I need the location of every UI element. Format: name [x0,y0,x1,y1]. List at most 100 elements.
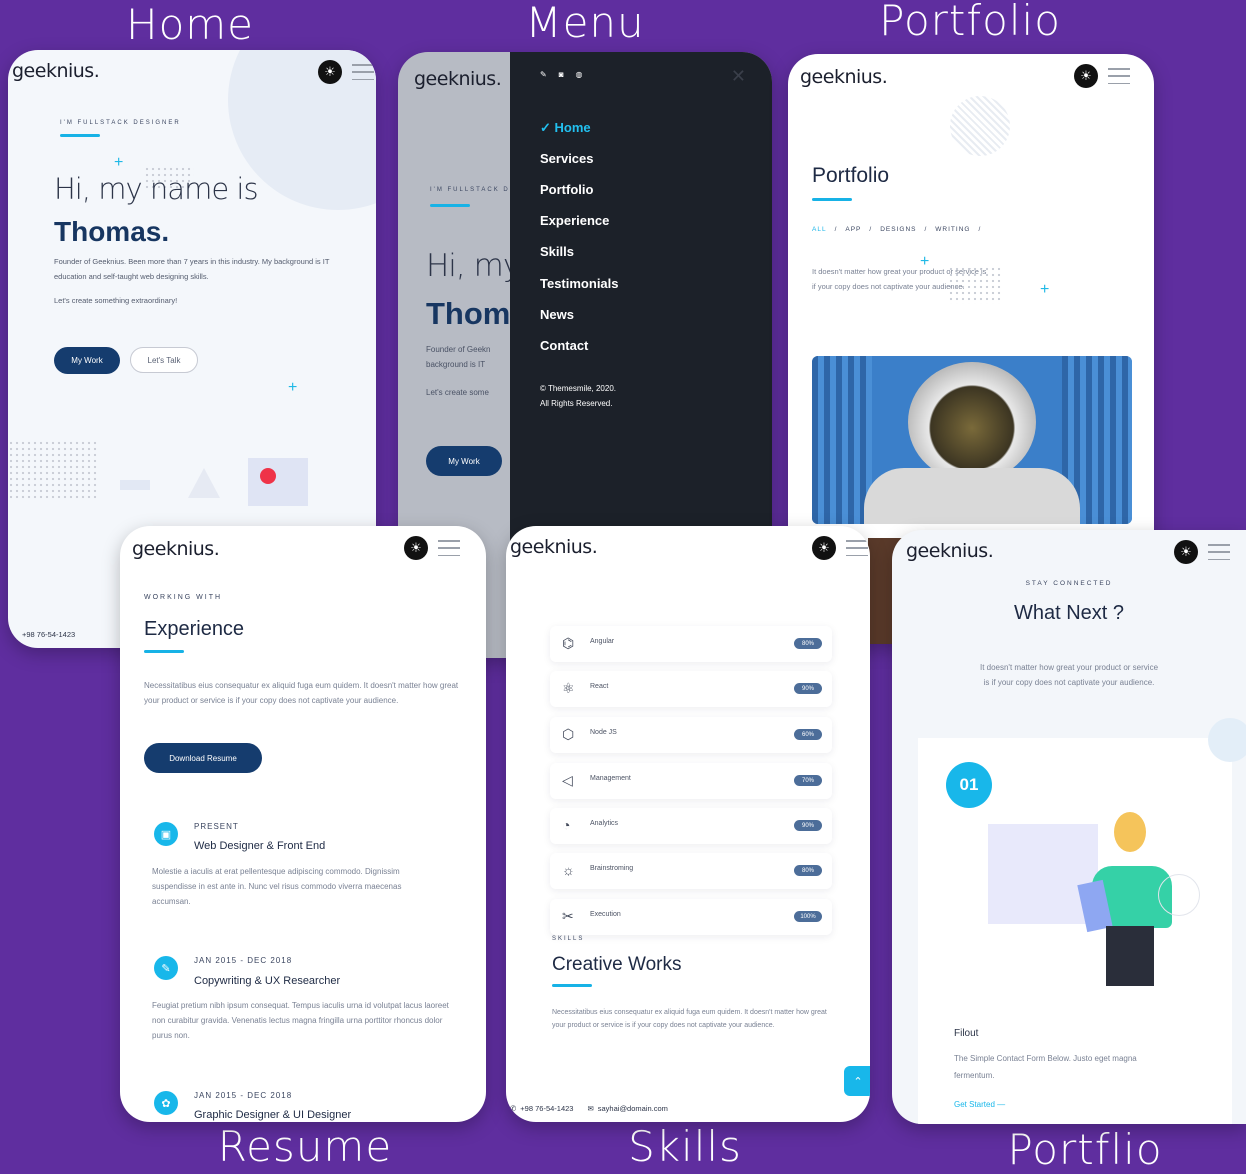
hero-greeting: Hi, my name is [54,172,259,206]
theme-toggle-icon[interactable]: ☀ [1174,540,1198,564]
theme-toggle-icon[interactable]: ☀ [1074,64,1098,88]
section-title: What Next ? [1013,602,1125,624]
theme-toggle-icon[interactable]: ☀ [812,536,836,560]
logo[interactable]: geeknius. [414,68,502,90]
hero-tag-underline [60,134,100,137]
hero-name: Thomas. [54,216,170,247]
hero-bio: Founder of Geekn background is IT [426,345,491,369]
theme-toggle-icon[interactable]: ☀ [404,536,428,560]
hero-cta-text: Let's create some [426,388,489,397]
skill-percent: 70% [794,775,822,786]
logo[interactable]: geeknius. [12,60,100,82]
rights: All Rights Reserved. [540,399,613,408]
node-icon: ⬡ [562,726,575,742]
skill-name: Angular [590,638,615,645]
execution-icon: ✂ [562,908,574,924]
logo[interactable]: geeknius. [906,540,994,562]
astronaut-helmet [908,362,1036,482]
palette-icon: ✿ [154,1091,178,1115]
my-work-button[interactable]: My Work [426,446,502,476]
portfolio-image[interactable] [812,356,1132,524]
menu-item-skills[interactable]: Skills [540,244,574,259]
caption-home: Home [125,0,255,49]
react-icon: ⚛ [562,680,575,696]
skill-percent: 100% [794,911,822,922]
theme-toggle-icon[interactable]: ☀ [318,60,342,84]
experience-text: Necessitatibus eius consequatur ex aliqu… [144,681,459,705]
lets-talk-button[interactable]: Let's Talk [130,347,198,373]
intro-line-2: is if your copy does not captivate your … [983,678,1155,687]
skill-row: ⚛ React 90% [550,671,832,707]
title-underline [552,984,592,987]
hero-greeting: Hi, my [426,248,521,284]
dribbble-icon[interactable]: ◍ [576,70,583,79]
filter-all[interactable]: ALL [812,226,827,233]
hero-tag: I'M FULLSTACK DESIGNER [60,120,181,126]
skill-row: ◔ Analytics 90% [550,808,832,844]
logo[interactable]: geeknius. [510,536,598,558]
section-tag: WORKING WITH [144,594,223,601]
filter-designs[interactable]: DESIGNS [880,226,916,233]
analytics-icon: ◔ [562,817,571,833]
menu-item-services[interactable]: Services [540,151,594,166]
entry-role: Web Designer & Front End [194,840,326,852]
menu-item-testimonials[interactable]: Testimonials [540,276,619,291]
filter-writing[interactable]: WRITING [935,226,970,233]
skill-name: React [590,683,609,690]
phone-icon: ✆ [510,1103,517,1113]
download-resume-button[interactable]: Download Resume [144,743,262,773]
caption-menu: Menu [525,0,645,47]
menu-icon[interactable] [1108,68,1130,84]
twitter-icon[interactable]: ✎ [540,70,547,79]
close-icon[interactable]: ✕ [731,66,746,87]
menu-item-experience[interactable]: Experience [540,213,609,228]
skills-screen: geeknius. ☀ ⌬ Angular 80% ⚛ React 90% ⬡ … [506,526,870,1122]
menu-icon[interactable] [1208,544,1230,560]
menu-icon[interactable] [352,64,374,80]
scroll-top-button[interactable]: ⌃ [844,1066,870,1096]
footer-phone: +98 76-54-1423 [22,630,76,639]
hero-name: Thom [426,296,511,331]
step-number: 01 [946,762,992,808]
resume-screen: geeknius. ☀ WORKING WITH Experience Nece… [120,526,486,1122]
skill-name: Analytics [590,820,619,827]
decor-striped-circle [950,96,1010,156]
menu-item-portfolio[interactable]: Portfolio [540,182,593,197]
management-icon: ◁ [562,772,573,788]
card-title: Filout [954,1028,979,1039]
entry-desc: Molestie a iaculis at erat pellentesque … [152,867,402,906]
hero-bio: Founder of Geeknius. Been more than 7 ye… [54,257,330,281]
menu-icon[interactable] [438,540,460,556]
caption-skills: Skills [628,1122,742,1171]
instagram-icon[interactable]: ◙ [559,70,564,79]
menu-icon[interactable] [846,540,868,556]
skill-name: Execution [590,911,621,918]
entry-date: JAN 2015 - DEC 2018 [194,1091,293,1100]
menu-item-news[interactable]: News [540,307,574,322]
menu-item-contact[interactable]: Contact [540,338,588,353]
my-work-button[interactable]: My Work [54,347,120,374]
card-corner-decor [1208,718,1246,762]
angular-icon: ⌬ [562,635,575,651]
contact-phone[interactable]: +98 76-54-1423 [520,1104,573,1113]
person-illustration [982,808,1200,988]
dots-decor [8,440,98,500]
contact-email[interactable]: sayhai@domain.com [598,1104,668,1113]
entry-date: JAN 2015 - DEC 2018 [194,956,293,965]
filter-app[interactable]: APP [845,226,861,233]
logo[interactable]: geeknius. [132,538,220,560]
logo[interactable]: geeknius. [800,66,888,88]
get-started-link[interactable]: Get Started — [954,1100,1005,1109]
entry-role: Copywriting & UX Researcher [194,975,341,987]
section-tag: SKILLS [552,936,585,942]
skill-percent: 80% [794,865,822,876]
section-title: Creative Works [552,954,682,975]
works-text: Necessitatibus eius consequatur ex aliqu… [552,1009,827,1029]
plus-decor-icon: + [288,379,298,396]
intro-line-1: It doesn't matter how great your product… [979,663,1159,672]
menu-item-home[interactable]: ✓ Home [540,120,591,136]
copyright: © Themesmile, 2020. [540,384,617,393]
email-icon: ✉ [587,1103,594,1113]
skill-percent: 90% [794,683,822,694]
title-underline [812,198,852,201]
